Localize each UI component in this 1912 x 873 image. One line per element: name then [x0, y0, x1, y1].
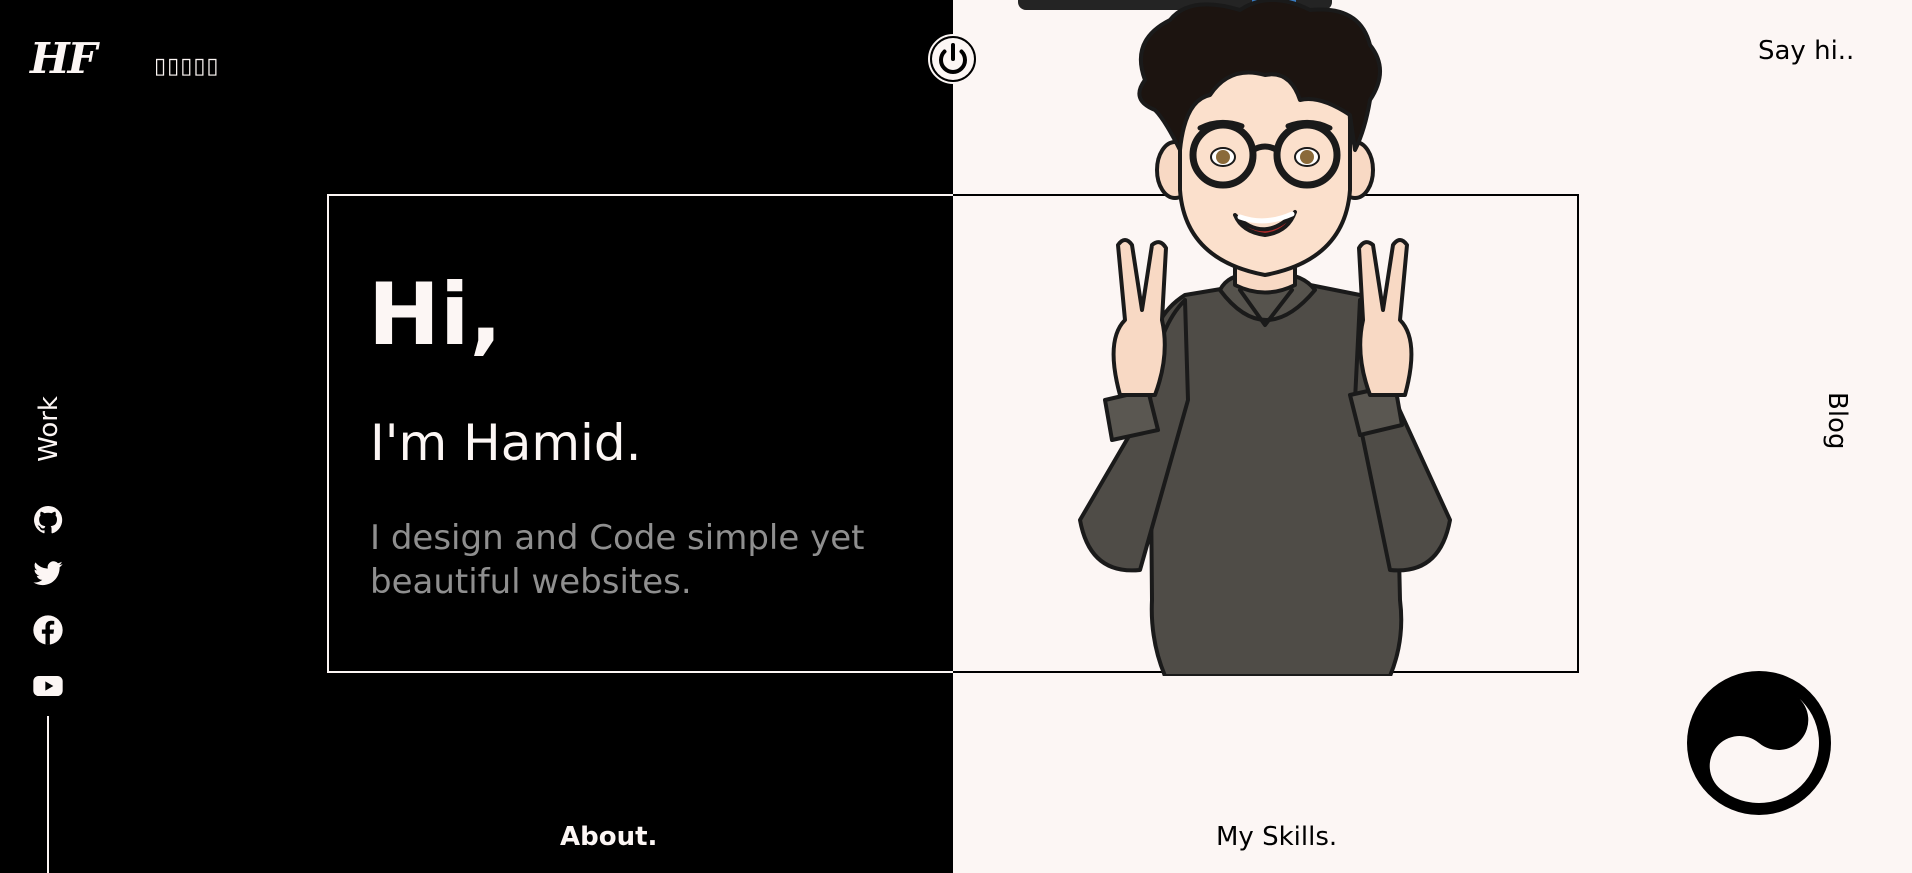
skills-link[interactable]: My Skills.: [1216, 822, 1337, 852]
logo[interactable]: HF: [30, 34, 98, 83]
power-icon[interactable]: [928, 34, 978, 84]
about-link[interactable]: About.: [560, 822, 657, 852]
avatar-illustration: [1070, 0, 1460, 678]
logo-subtext: ▯▯▯▯▯: [154, 54, 220, 79]
blog-link[interactable]: Blog: [1822, 392, 1852, 449]
yin-yang-icon[interactable]: [1686, 670, 1832, 816]
say-hi-link[interactable]: Say hi..: [1758, 36, 1854, 66]
twitter-icon[interactable]: [32, 558, 64, 590]
work-link[interactable]: Work: [34, 396, 64, 462]
github-icon[interactable]: [32, 504, 64, 536]
name-heading: I'm Hamid.: [370, 414, 642, 472]
tagline: I design and Code simple yet beautiful w…: [370, 518, 865, 602]
facebook-icon[interactable]: [32, 614, 64, 646]
youtube-icon[interactable]: [32, 670, 64, 702]
page: HF ▯▯▯▯▯ Say hi.. Blog Work Hi, I'm Hami…: [0, 0, 1912, 873]
social-divider-line: [47, 716, 49, 873]
greeting-heading: Hi,: [368, 265, 503, 365]
